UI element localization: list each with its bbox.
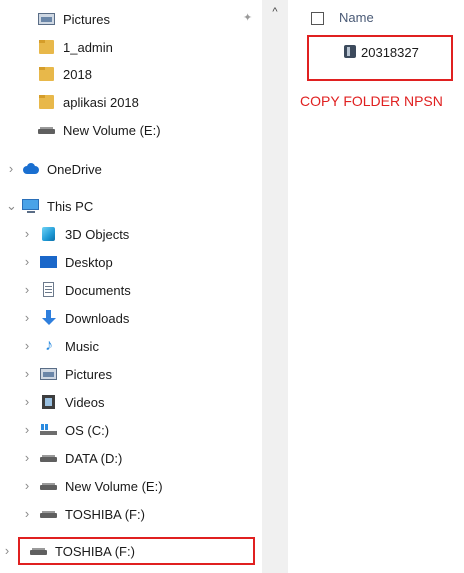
nav-item-label: New Volume (E:) — [63, 122, 161, 138]
videos-icon — [40, 394, 58, 410]
nav-item-onedrive[interactable]: OneDrive — [22, 157, 102, 181]
nav-item-pictures[interactable]: Pictures — [40, 362, 112, 386]
nav-item-downloads[interactable]: Downloads — [40, 306, 129, 330]
nav-item-pictures-quick[interactable]: Pictures — [38, 7, 110, 31]
nav-item-label: This PC — [47, 198, 94, 214]
nav-item-label: Videos — [65, 394, 105, 410]
nav-item-1-admin[interactable]: 1_admin — [38, 35, 113, 59]
annotation-text: COPY FOLDER NPSN — [300, 93, 443, 109]
drive-icon — [30, 543, 48, 559]
file-icon — [342, 44, 358, 60]
expand-chevron-icon[interactable]: › — [22, 222, 32, 246]
drive-icon — [40, 478, 58, 494]
expand-chevron-icon[interactable]: › — [22, 502, 32, 526]
drive-icon — [40, 506, 58, 522]
desktop-icon — [40, 254, 58, 270]
expand-chevron-icon[interactable]: › — [22, 278, 32, 302]
nav-item-this-pc[interactable]: This PC — [22, 194, 93, 218]
expand-chevron-icon[interactable]: › — [22, 334, 32, 358]
file-name: 20318327 — [361, 44, 419, 60]
nav-item-music[interactable]: ♪ Music — [40, 334, 99, 358]
expand-chevron-icon[interactable]: › — [22, 362, 32, 386]
nav-item-toshiba-f[interactable]: TOSHIBA (F:) — [40, 502, 145, 526]
expand-chevron-icon[interactable]: › — [22, 390, 32, 414]
nav-item-label: 3D Objects — [65, 226, 130, 242]
pc-icon — [22, 198, 40, 214]
nav-item-2018[interactable]: 2018 — [38, 62, 92, 86]
nav-item-label: Music — [65, 338, 99, 354]
3d-objects-icon — [40, 226, 58, 242]
nav-item-label: Desktop — [65, 254, 113, 270]
nav-item-label: OneDrive — [47, 161, 102, 177]
nav-item-new-volume-e-quick[interactable]: New Volume (E:) — [38, 118, 161, 142]
nav-item-aplikasi-2018[interactable]: aplikasi 2018 — [38, 90, 139, 114]
expand-chevron-icon[interactable]: › — [22, 306, 32, 330]
nav-scrollbar[interactable]: ^ — [262, 0, 288, 573]
nav-item-data-d[interactable]: DATA (D:) — [40, 446, 122, 470]
pictures-icon — [40, 366, 58, 382]
scroll-up-arrow-icon[interactable]: ^ — [262, 2, 288, 22]
downloads-icon — [40, 310, 58, 326]
nav-item-label: Pictures — [65, 366, 112, 382]
collapse-chevron-icon[interactable]: ⌄ — [6, 194, 17, 218]
nav-item-label: TOSHIBA (F:) — [65, 506, 145, 522]
pin-icon[interactable]: ✦ — [243, 11, 252, 24]
nav-item-label: TOSHIBA (F:) — [55, 543, 135, 559]
nav-item-label: New Volume (E:) — [65, 478, 163, 494]
expand-chevron-icon[interactable]: › — [22, 474, 32, 498]
expand-chevron-icon[interactable]: › — [6, 157, 16, 181]
nav-item-toshiba-root[interactable]: TOSHIBA (F:) — [30, 539, 135, 563]
expand-chevron-icon[interactable]: › — [22, 446, 32, 470]
nav-item-label: Downloads — [65, 310, 130, 326]
file-item-20318327[interactable]: 20318327 — [342, 40, 419, 64]
expand-chevron-icon[interactable]: › — [22, 418, 32, 442]
nav-item-new-volume-e[interactable]: New Volume (E:) — [40, 474, 163, 498]
folder-icon — [38, 39, 56, 55]
nav-item-label: aplikasi 2018 — [63, 94, 139, 110]
drive-icon — [40, 450, 58, 466]
nav-item-os-c[interactable]: OS (C:) — [40, 418, 109, 442]
nav-item-3d-objects[interactable]: 3D Objects — [40, 222, 129, 246]
nav-item-label: Documents — [65, 282, 131, 298]
nav-item-videos[interactable]: Videos — [40, 390, 105, 414]
expand-chevron-icon[interactable]: › — [22, 250, 32, 274]
nav-item-label: 2018 — [63, 66, 92, 82]
nav-item-documents[interactable]: Documents — [40, 278, 131, 302]
music-icon: ♪ — [45, 337, 53, 354]
folder-icon — [38, 66, 56, 82]
documents-icon — [40, 282, 58, 298]
navigation-pane: Pictures ✦ 1_admin 2018 aplikasi 2018 Ne… — [0, 0, 262, 573]
nav-item-label: Pictures — [63, 11, 110, 27]
folder-icon — [38, 94, 56, 110]
pictures-icon — [38, 11, 56, 27]
column-header-name[interactable]: Name — [339, 10, 374, 25]
drive-icon — [38, 122, 56, 138]
expand-chevron-icon[interactable]: › — [2, 539, 12, 563]
nav-item-label: OS (C:) — [65, 422, 110, 438]
select-all-checkbox[interactable] — [311, 12, 324, 25]
nav-item-label: DATA (D:) — [65, 450, 123, 466]
onedrive-icon — [22, 161, 40, 177]
nav-item-label: 1_admin — [63, 39, 113, 55]
nav-item-desktop[interactable]: Desktop — [40, 250, 113, 274]
os-drive-icon — [40, 422, 58, 438]
